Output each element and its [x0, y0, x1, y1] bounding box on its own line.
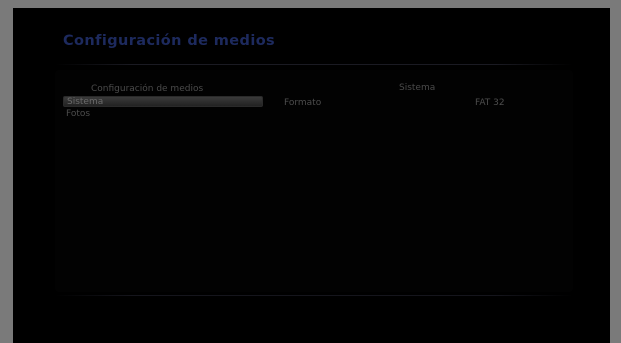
header-divider — [55, 64, 573, 65]
menu-item-fotos[interactable]: Fotos — [63, 109, 263, 120]
tv-screen: Configuración de medios Configuración de… — [13, 8, 610, 343]
footer-divider — [55, 295, 573, 296]
menu-item-sistema[interactable]: Sistema — [63, 96, 263, 107]
menu-column-header: Configuración de medios — [91, 84, 204, 94]
format-value: FAT 32 — [475, 98, 505, 108]
format-label: Formato — [284, 98, 322, 108]
page-title: Configuración de medios — [63, 33, 276, 49]
detail-column-header: Sistema — [399, 83, 436, 93]
